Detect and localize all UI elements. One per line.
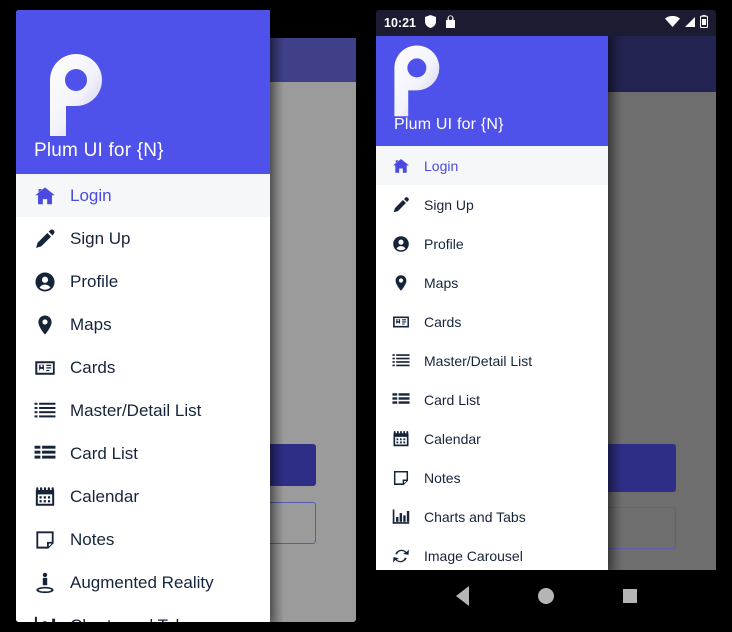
drawer-item-maps[interactable]: Maps	[16, 303, 270, 346]
drawer-item-augmented-reality[interactable]: Augmented Reality	[16, 561, 270, 604]
drawer-item-label: Master/Detail List	[424, 352, 533, 369]
wifi-icon	[665, 15, 680, 31]
drawer-item-label: Cards	[70, 357, 116, 377]
user-circle-icon	[392, 235, 410, 253]
refresh-icon	[392, 547, 410, 565]
drawer-item-card-list[interactable]: Card List	[16, 432, 270, 475]
signal-icon	[684, 16, 696, 31]
user-circle-icon	[34, 271, 56, 293]
android-phone-screenshot: Plum Welc Open the C	[376, 10, 716, 622]
ios-drawer-title: Plum UI for {N}	[34, 140, 164, 161]
android-status-time: 10:21	[384, 16, 416, 30]
id-card-icon	[392, 313, 410, 331]
pencil-icon	[34, 228, 56, 250]
shield-icon	[424, 15, 436, 31]
drawer-item-label: Cards	[424, 313, 462, 330]
drawer-item-login[interactable]: Login	[16, 174, 270, 217]
drawer-item-label: Notes	[70, 529, 115, 549]
bar-chart-icon	[392, 508, 410, 526]
ios-navigation-drawer: Plum UI for {N} Login Sign Up Profile Maps C…	[16, 10, 270, 622]
drawer-item-label: Card List	[424, 391, 481, 408]
drawer-item-calendar[interactable]: Calendar	[376, 419, 608, 458]
home-icon	[392, 157, 410, 175]
card-list-icon	[392, 391, 410, 409]
list-icon	[392, 352, 410, 370]
calendar-icon	[34, 486, 56, 508]
home-icon	[34, 185, 56, 207]
android-drawer-title: Plum UI for {N}	[394, 116, 504, 133]
note-icon	[392, 469, 410, 487]
drawer-item-card-list[interactable]: Card List	[376, 380, 608, 419]
ios-drawer-menu-list[interactable]: Login Sign Up Profile Maps Cards Master/Detai…	[16, 174, 270, 622]
list-icon	[34, 400, 56, 422]
drawer-item-master-detail-list[interactable]: Master/Detail List	[16, 389, 270, 432]
drawer-item-label: Login	[424, 157, 459, 174]
drawer-item-label: Sign Up	[424, 196, 474, 213]
ios-drawer-header: Plum UI for {N}	[16, 10, 270, 174]
drawer-item-charts-and-tabs[interactable]: Charts and Tabs	[16, 604, 270, 622]
drawer-item-label: Master/Detail List	[70, 400, 202, 420]
drawer-item-label: Notes	[424, 469, 461, 486]
calendar-icon	[392, 430, 410, 448]
android-drawer-menu-list[interactable]: Login Sign Up Profile Maps Cards Master/Detai…	[376, 146, 608, 570]
lock-icon	[445, 15, 456, 31]
map-pin-icon	[392, 274, 410, 292]
drawer-item-label: Profile	[70, 271, 119, 291]
drawer-item-notes[interactable]: Notes	[376, 458, 608, 497]
plum-logo-icon	[46, 50, 104, 138]
drawer-item-charts-and-tabs[interactable]: Charts and Tabs	[376, 497, 608, 536]
note-icon	[34, 529, 56, 551]
ar-person-icon	[34, 572, 56, 594]
drawer-item-label: Login	[70, 185, 112, 205]
drawer-item-notes[interactable]: Notes	[16, 518, 270, 561]
drawer-item-sign-up[interactable]: Sign Up	[16, 217, 270, 260]
drawer-item-profile[interactable]: Profile	[16, 260, 270, 303]
drawer-item-label: Calendar	[424, 430, 481, 447]
drawer-item-calendar[interactable]: Calendar	[16, 475, 270, 518]
back-button[interactable]	[452, 586, 472, 606]
map-pin-icon	[34, 314, 56, 336]
drawer-item-label: Maps	[424, 274, 459, 291]
drawer-item-cards[interactable]: Cards	[376, 302, 608, 341]
recents-button[interactable]	[620, 586, 640, 606]
drawer-item-maps[interactable]: Maps	[376, 263, 608, 302]
card-list-icon	[34, 443, 56, 465]
drawer-item-label: Maps	[70, 314, 112, 334]
drawer-item-label: Image Carousel	[424, 547, 523, 564]
android-status-bar: 10:21	[376, 10, 716, 36]
drawer-item-label: Card List	[70, 443, 139, 463]
drawer-item-profile[interactable]: Profile	[376, 224, 608, 263]
drawer-item-image-carousel[interactable]: Image Carousel	[376, 536, 608, 570]
drawer-item-sign-up[interactable]: Sign Up	[376, 185, 608, 224]
id-card-icon	[34, 357, 56, 379]
plum-logo-icon	[390, 42, 442, 118]
drawer-item-label: Augmented Reality	[70, 572, 214, 592]
battery-icon	[699, 15, 709, 31]
drawer-item-master-detail-list[interactable]: Master/Detail List	[376, 341, 608, 380]
pencil-icon	[392, 196, 410, 214]
drawer-item-label: Calendar	[70, 486, 139, 506]
drawer-item-cards[interactable]: Cards	[16, 346, 270, 389]
screenshot-stage: Pl We Open th	[0, 0, 732, 632]
bar-chart-icon	[34, 615, 56, 622]
drawer-item-label: Sign Up	[70, 228, 131, 248]
home-button[interactable]	[536, 586, 556, 606]
drawer-item-label: Profile	[424, 235, 464, 252]
android-navigation-bar	[376, 570, 716, 622]
drawer-item-label: Charts and Tabs	[424, 508, 526, 525]
android-navigation-drawer: Plum UI for {N} Login Sign Up Profile Maps C…	[376, 36, 608, 570]
drawer-item-label: Charts and Tabs	[70, 616, 193, 623]
drawer-item-login[interactable]: Login	[376, 146, 608, 185]
android-drawer-header: Plum UI for {N}	[376, 36, 608, 146]
ios-phone-screenshot: Pl We Open th	[16, 10, 356, 622]
